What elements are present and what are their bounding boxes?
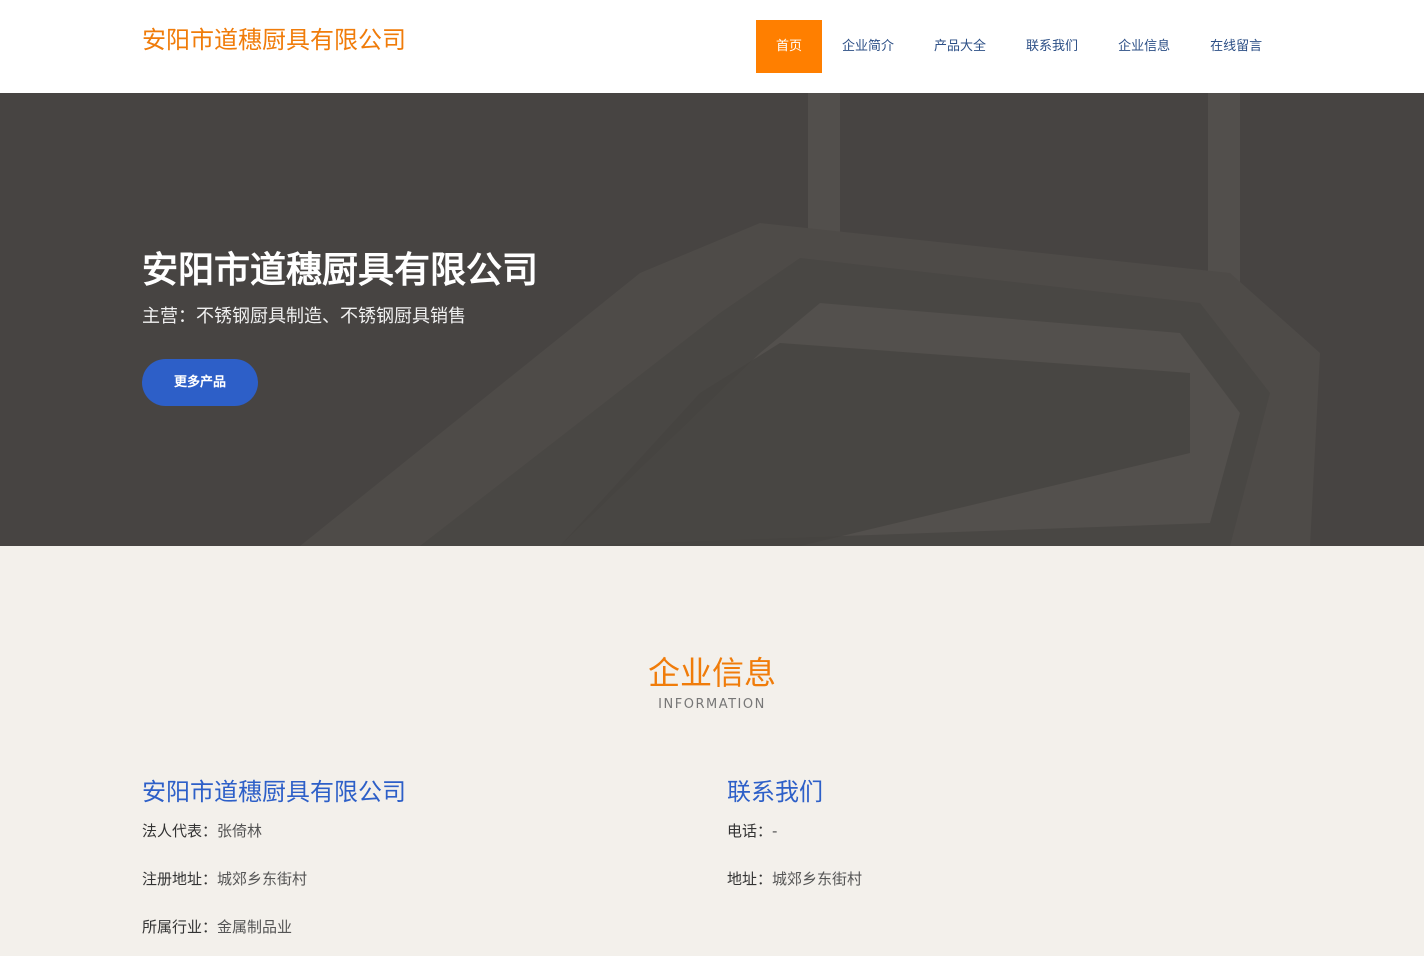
info-section-subtitle: INFORMATION [658,697,766,712]
info-section-title: 企业信息 [647,654,776,692]
info-value: 城郊乡东街村 [217,870,308,888]
site-logo[interactable]: 安阳市道穗厨具有限公司 [142,20,406,55]
contact-value: - [772,822,778,840]
info-row-address: 注册地址：城郊乡东街村 [142,868,702,908]
info-value: 张倚林 [217,822,263,840]
more-products-button[interactable]: 更多产品 [142,359,258,406]
hero-banner: 安阳市道穗厨具有限公司 主营：不锈钢厨具制造、不锈钢厨具销售 更多产品 [0,93,1424,546]
contact-value: 城郊乡东街村 [772,870,863,888]
nav-home[interactable]: 首页 [756,20,823,73]
info-label: 所属行业： [142,918,218,936]
contact-row-address: 地址：城郊乡东街村 [727,868,1287,908]
contact-heading: 联系我们 [727,778,823,806]
contact-column: 联系我们 电话：- 地址：城郊乡东街村 [727,772,1287,908]
site-header: 安阳市道穗厨具有限公司 首页 企业简介 产品大全 联系我们 企业信息 在线留言 [0,0,1424,93]
hero-title: 安阳市道穗厨具有限公司 [142,250,539,291]
nav-message[interactable]: 在线留言 [1190,20,1282,73]
info-label: 法人代表： [142,822,218,840]
info-value: 金属制品业 [217,918,293,936]
hero-subtitle: 主营：不锈钢厨具制造、不锈钢厨具销售 [142,306,466,327]
company-info-column: 安阳市道穗厨具有限公司 法人代表：张倚林 注册地址：城郊乡东街村 所属行业：金属… [142,772,702,956]
info-row-legal-rep: 法人代表：张倚林 [142,820,702,860]
nav-products[interactable]: 产品大全 [914,20,1006,73]
nav-about[interactable]: 企业简介 [822,20,914,73]
nav-company-info[interactable]: 企业信息 [1098,20,1190,73]
main-nav: 首页 企业简介 产品大全 联系我们 企业信息 在线留言 [756,20,1282,73]
contact-row-phone: 电话：- [727,820,1287,860]
info-row-industry: 所属行业：金属制品业 [142,916,702,956]
info-label: 注册地址： [142,870,218,888]
contact-label: 地址： [727,870,773,888]
contact-label: 电话： [727,822,773,840]
company-name-heading: 安阳市道穗厨具有限公司 [142,778,406,806]
nav-contact[interactable]: 联系我们 [1006,20,1098,73]
